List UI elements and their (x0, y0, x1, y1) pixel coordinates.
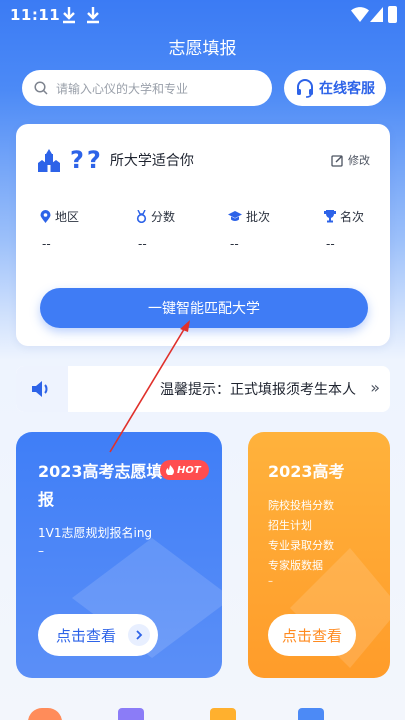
chevron-right-icon (128, 624, 150, 646)
promo-volunteer-dash: – (38, 544, 44, 558)
metric-rank-label: 名次 (340, 210, 365, 224)
match-subtitle: 所大学适合你 (109, 153, 194, 169)
download-icon (87, 7, 99, 24)
promo-card-gaokao-data[interactable]: 2023高考 院校投档分数 招生计划 专业录取分数 专家版数据 – 点击查看 (248, 432, 390, 678)
tab-college-icon[interactable] (210, 708, 236, 720)
medal-icon (136, 210, 147, 223)
tab-volunteer-icon[interactable] (118, 708, 144, 720)
page-title: 志愿填报 (168, 39, 237, 59)
promo-gaokao-list: 院校投档分数 招生计划 专业录取分数 专家版数据 (268, 496, 334, 576)
match-card-header: ?? 所大学适合你 (36, 146, 194, 174)
list-item: 专业录取分数 (268, 539, 334, 552)
status-bar: 11:11 (0, 0, 405, 32)
promo-volunteer-subtitle: 1V1志愿规划报名ing (38, 526, 153, 540)
notice-speaker-area (16, 366, 68, 412)
promo-gaokao-view-button[interactable]: 点击查看 (268, 614, 356, 656)
metric-batch[interactable]: 批次 -- (228, 208, 270, 251)
promo-volunteer-view-button[interactable]: 点击查看 (38, 614, 158, 656)
edit-button[interactable]: 修改 (331, 152, 370, 168)
notice-bar[interactable]: 温馨提示：正式填报须考生本人 » (16, 366, 390, 412)
smart-match-button[interactable]: 一键智能匹配大学 (40, 288, 368, 328)
search-input[interactable]: 请输入心仪的大学和专业 (22, 70, 272, 106)
download-icon (63, 7, 75, 24)
metric-batch-label: 批次 (246, 210, 271, 224)
hot-badge: HOT (160, 460, 209, 480)
metric-rank-value: -- (326, 237, 335, 251)
tab-home-icon[interactable] (28, 708, 62, 720)
promo-card-volunteer[interactable]: 2023高考志愿填报 HOT 1V1志愿规划报名ing – 点击查看 (16, 432, 222, 678)
bottom-tab-bar (0, 700, 405, 720)
notice-text: 温馨提示：正式填报须考生本人 (160, 382, 356, 398)
view-button-label: 点击查看 (56, 626, 117, 645)
list-item: 招生计划 (268, 519, 312, 532)
tab-mine-icon[interactable] (298, 708, 324, 720)
flame-icon (166, 465, 174, 475)
search-icon (34, 81, 48, 95)
metric-score-label: 分数 (151, 210, 176, 224)
online-service-button[interactable]: 在线客服 (284, 70, 386, 106)
metric-score[interactable]: 分数 -- (136, 208, 175, 251)
location-pin-icon (40, 210, 51, 223)
university-building-icon (38, 149, 60, 172)
edit-label: 修改 (348, 154, 370, 167)
promo-gaokao-dash: – (268, 576, 273, 587)
graduation-cap-icon (228, 210, 242, 221)
metric-rank[interactable]: 名次 -- (324, 208, 364, 251)
metric-score-value: -- (138, 237, 147, 251)
online-service-label: 在线客服 (319, 81, 375, 97)
hot-badge-label: HOT (177, 464, 201, 476)
match-card: ?? 所大学适合你 修改 地区 -- 分数 -- 批次 -- 名次 -- 一键智… (16, 124, 390, 346)
trophy-icon (324, 210, 336, 223)
list-item: 专家版数据 (268, 559, 323, 572)
metric-batch-value: -- (230, 237, 239, 251)
search-placeholder: 请输入心仪的大学和专业 (56, 81, 189, 96)
notice-more-icon[interactable]: » (370, 378, 380, 397)
metric-region-label: 地区 (55, 210, 80, 224)
metric-region[interactable]: 地区 -- (40, 208, 79, 251)
metric-region-value: -- (42, 237, 51, 251)
headset-icon (297, 79, 313, 98)
promo-volunteer-title: 2023高考志愿填报 (38, 462, 163, 509)
list-item: 院校投档分数 (268, 499, 334, 512)
match-count-placeholder: ?? (70, 146, 104, 174)
score-metrics: 地区 -- 分数 -- 批次 -- 名次 -- (40, 208, 380, 258)
edit-icon (331, 154, 343, 167)
battery-icon (388, 6, 397, 23)
promo-gaokao-title: 2023高考 (268, 462, 345, 481)
signal-icon (370, 7, 383, 22)
speaker-icon (32, 381, 48, 397)
status-time: 11:11 (10, 6, 61, 24)
wifi-icon (351, 7, 369, 22)
